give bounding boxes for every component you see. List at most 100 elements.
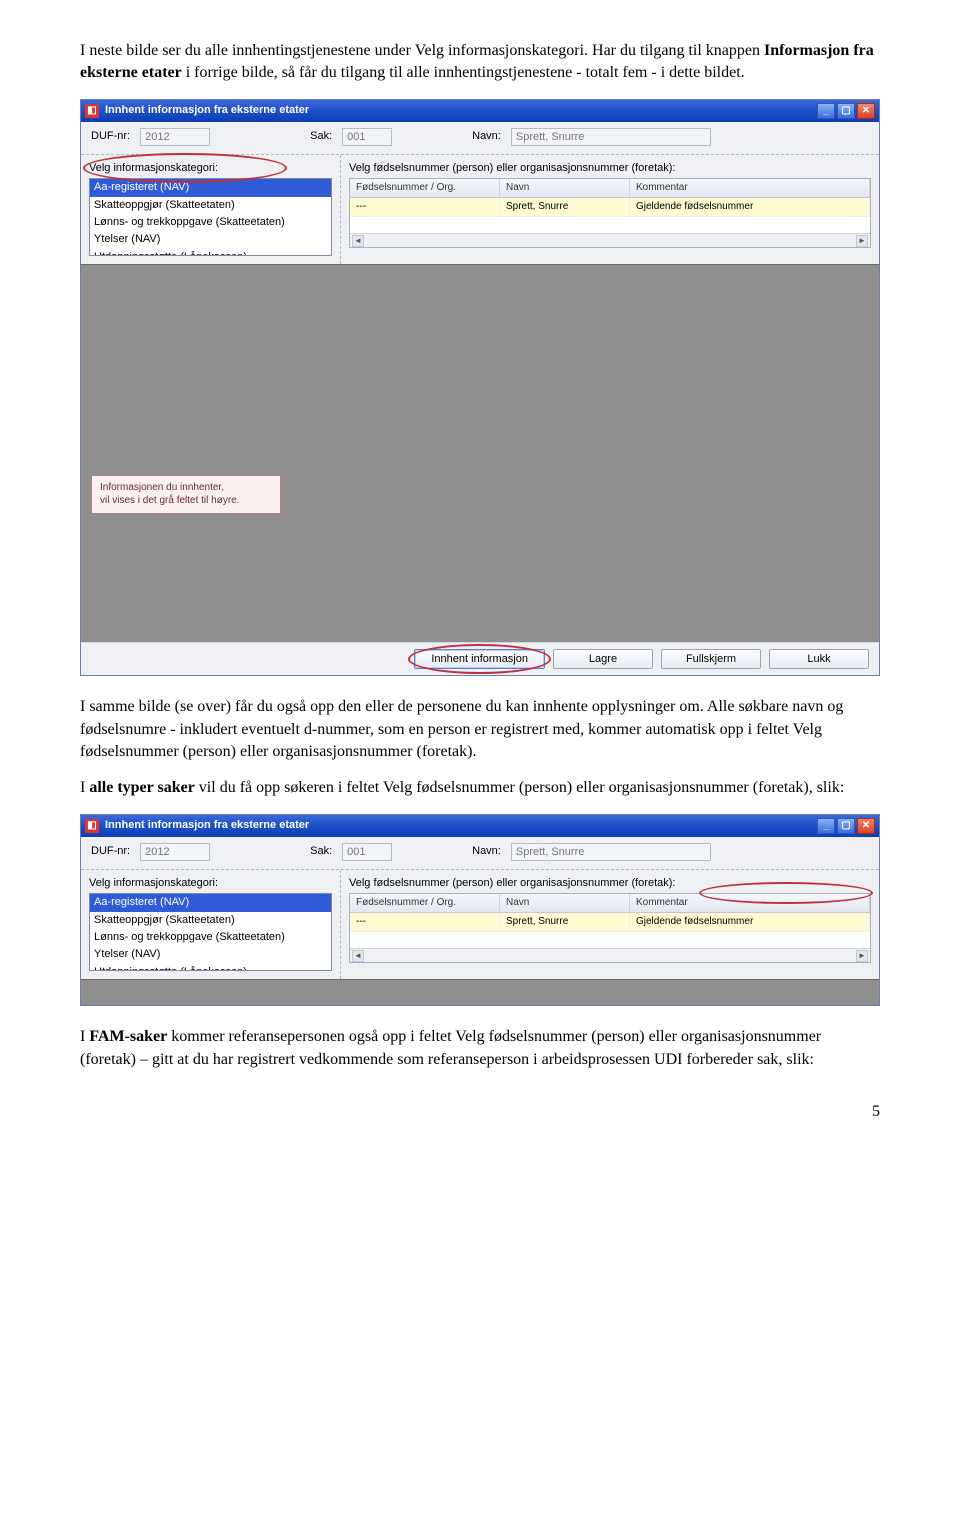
page-number: 5 (80, 1101, 880, 1123)
scroll-right-icon[interactable]: ► (856, 235, 868, 247)
innhent-highlight: Innhent informasjon (414, 649, 545, 669)
app-icon: ◧ (85, 104, 99, 118)
horizontal-scrollbar[interactable]: ◄ ► (350, 233, 870, 247)
right-column: Velg fødselsnummer (person) eller organi… (341, 870, 879, 979)
text: vil du få opp søkeren i feltet Velg føds… (199, 779, 844, 796)
list-item[interactable]: Skatteoppgjør (Skatteetaten) (90, 197, 331, 214)
innhent-button[interactable]: Innhent informasjon (414, 649, 545, 669)
category-listbox[interactable]: Aa-registeret (NAV) Skatteoppgjør (Skatt… (89, 893, 332, 971)
cell-id: --- (350, 198, 500, 216)
horizontal-scrollbar[interactable]: ◄ ► (350, 948, 870, 962)
cell-id: --- (350, 913, 500, 931)
intro-paragraph: I neste bilde ser du alle innhentingstje… (80, 40, 880, 85)
info-note-line: Informasjonen du innhenter, (100, 482, 272, 495)
grid-header: Fødselsnummer / Org. Navn Kommentar (350, 894, 870, 913)
app-icon: ◧ (85, 819, 99, 833)
category-label: Velg informasjonskategori: (89, 161, 332, 176)
category-label: Velg informasjonskategori: (89, 876, 332, 891)
col-header-id: Fødselsnummer / Org. (350, 179, 500, 197)
cell-comment: Gjeldende fødselsnummer (630, 913, 870, 931)
person-grid: Fødselsnummer / Org. Navn Kommentar --- … (349, 178, 871, 248)
navn-label: Navn: (472, 129, 501, 144)
right-column: Velg fødselsnummer (person) eller organi… (341, 155, 879, 264)
header-fields: DUF-nr: Sak: Navn: (81, 837, 879, 870)
app-body: Velg informasjonskategori: Aa-registeret… (81, 155, 879, 264)
text: I (80, 779, 89, 796)
col-header-comment: Kommentar (630, 894, 870, 912)
lagre-button[interactable]: Lagre (553, 649, 653, 669)
paragraph-3: I alle typer saker vil du få opp søkeren… (80, 777, 880, 799)
sak-label: Sak: (310, 844, 332, 859)
grid-header: Fødselsnummer / Org. Navn Kommentar (350, 179, 870, 198)
duf-label: DUF-nr: (91, 844, 130, 859)
scroll-left-icon[interactable]: ◄ (352, 950, 364, 962)
list-item[interactable]: Lønns- og trekkoppgave (Skatteetaten) (90, 214, 331, 231)
category-listbox[interactable]: Aa-registeret (NAV) Skatteoppgjør (Skatt… (89, 178, 332, 256)
navn-input[interactable] (511, 843, 711, 861)
left-column: Velg informasjonskategori: Aa-registeret… (81, 155, 341, 264)
app-window-full: ◧ Innhent informasjon fra eksterne etate… (80, 99, 880, 676)
maximize-button[interactable]: ▢ (837, 103, 855, 119)
close-button[interactable]: ✕ (857, 818, 875, 834)
list-item[interactable]: Aa-registeret (NAV) (90, 179, 331, 196)
close-button[interactable]: ✕ (857, 103, 875, 119)
col-header-comment: Kommentar (630, 179, 870, 197)
titlebar: ◧ Innhent informasjon fra eksterne etate… (81, 815, 879, 837)
paragraph-2: I samme bilde (se over) får du også opp … (80, 696, 880, 763)
footer-buttons: Innhent informasjon Lagre Fullskjerm Luk… (81, 642, 879, 675)
left-column: Velg informasjonskategori: Aa-registeret… (81, 870, 341, 979)
grid-row[interactable]: --- Sprett, Snurre Gjeldende fødselsnumm… (350, 913, 870, 932)
col-header-name: Navn (500, 894, 630, 912)
cell-name: Sprett, Snurre (500, 198, 630, 216)
minimize-button[interactable]: _ (817, 103, 835, 119)
sak-input[interactable] (342, 128, 392, 146)
cell-comment: Gjeldende fødselsnummer (630, 198, 870, 216)
app-window-short: ◧ Innhent informasjon fra eksterne etate… (80, 814, 880, 1006)
person-select-label: Velg fødselsnummer (person) eller organi… (349, 161, 871, 176)
col-header-id: Fødselsnummer / Org. (350, 894, 500, 912)
minimize-button[interactable]: _ (817, 818, 835, 834)
navn-label: Navn: (472, 844, 501, 859)
scroll-left-icon[interactable]: ◄ (352, 235, 364, 247)
col-header-name: Navn (500, 179, 630, 197)
cell-name: Sprett, Snurre (500, 913, 630, 931)
maximize-button[interactable]: ▢ (837, 818, 855, 834)
info-note-line: vil vises i det grå feltet til høyre. (100, 495, 272, 508)
duf-label: DUF-nr: (91, 129, 130, 144)
person-select-label: Velg fødselsnummer (person) eller organi… (349, 876, 871, 891)
scroll-right-icon[interactable]: ► (856, 950, 868, 962)
paragraph-4: I FAM-saker kommer referansepersonen ogs… (80, 1026, 880, 1071)
info-note: Informasjonen du innhenter, vil vises i … (91, 475, 281, 514)
titlebar: ◧ Innhent informasjon fra eksterne etate… (81, 100, 879, 122)
result-area-short (81, 979, 879, 1005)
list-item[interactable]: Aa-registeret (NAV) (90, 894, 331, 911)
grid-row[interactable]: --- Sprett, Snurre Gjeldende fødselsnumm… (350, 198, 870, 217)
list-item[interactable]: Ytelser (NAV) (90, 231, 331, 248)
text: i forrige bilde, så får du tilgang til a… (186, 64, 745, 81)
text-bold: FAM-saker (89, 1028, 167, 1045)
sak-input[interactable] (342, 843, 392, 861)
fullskjerm-button[interactable]: Fullskjerm (661, 649, 761, 669)
list-item[interactable]: Skatteoppgjør (Skatteetaten) (90, 912, 331, 929)
lukk-button[interactable]: Lukk (769, 649, 869, 669)
navn-input[interactable] (511, 128, 711, 146)
duf-input[interactable] (140, 843, 210, 861)
header-fields: DUF-nr: Sak: Navn: (81, 122, 879, 155)
window-title: Innhent informasjon fra eksterne etater (105, 818, 817, 833)
text: I (80, 1028, 89, 1045)
text: I neste bilde ser du alle innhentingstje… (80, 42, 764, 59)
list-item[interactable]: Utdanningsstøtte (Lånekassen) (90, 964, 331, 971)
sak-label: Sak: (310, 129, 332, 144)
list-item[interactable]: Utdanningsstøtte (Lånekassen) (90, 249, 331, 256)
list-item[interactable]: Lønns- og trekkoppgave (Skatteetaten) (90, 929, 331, 946)
duf-input[interactable] (140, 128, 210, 146)
text-bold: alle typer saker (89, 779, 194, 796)
window-title: Innhent informasjon fra eksterne etater (105, 103, 817, 118)
window-buttons: _ ▢ ✕ (817, 103, 875, 119)
result-area: Informasjonen du innhenter, vil vises i … (81, 264, 879, 642)
text: kommer referansepersonen også opp i felt… (80, 1028, 821, 1067)
window-buttons: _ ▢ ✕ (817, 818, 875, 834)
app-body: Velg informasjonskategori: Aa-registeret… (81, 870, 879, 979)
list-item[interactable]: Ytelser (NAV) (90, 946, 331, 963)
person-grid: Fødselsnummer / Org. Navn Kommentar --- … (349, 893, 871, 963)
